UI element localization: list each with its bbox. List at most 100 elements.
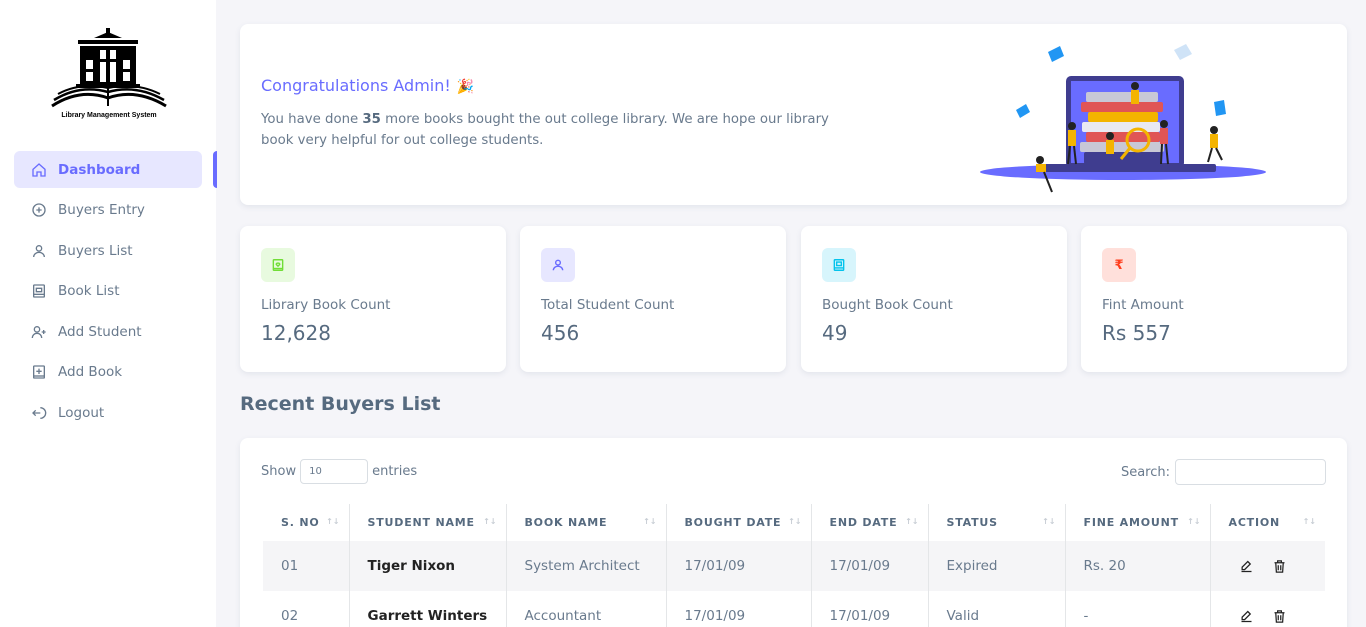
- sort-icon: ↑↓: [326, 517, 340, 526]
- cell-bought-date: 17/01/09: [666, 591, 812, 627]
- sidebar-item-label: Add Student: [58, 323, 142, 340]
- column-header-action[interactable]: ACTION ↑↓: [1210, 504, 1325, 541]
- sidebar-item-label: Book List: [58, 283, 120, 299]
- cell-book-name: Accountant: [506, 591, 667, 627]
- cell-end-date: 17/01/09: [811, 591, 929, 627]
- column-header-label: STUDENT NAME: [367, 516, 475, 529]
- sort-icon: ↑↓: [483, 517, 497, 526]
- stat-card-fint-amount: ₹ Fint Amount Rs 557: [1081, 226, 1347, 372]
- cell-fine-amount: Rs. 20: [1065, 541, 1211, 591]
- welcome-message: You have done 35 more books bought the o…: [261, 109, 861, 151]
- stat-label: Fint Amount: [1102, 297, 1184, 313]
- table-row: 02 Garrett Winters Accountant 17/01/09 1…: [263, 591, 1325, 627]
- sidebar-item-label: Add Book: [58, 364, 123, 380]
- welcome-count: 35: [362, 112, 381, 127]
- cell-student-name: Tiger Nixon: [349, 541, 507, 591]
- column-header-label: END DATE: [829, 516, 898, 529]
- column-header-sno[interactable]: S. NO ↑↓: [263, 504, 350, 541]
- table-search: Search:: [1121, 459, 1326, 485]
- plus-circle-icon: [30, 201, 48, 219]
- table-header-row: S. NO ↑↓ STUDENT NAME ↑↓ BOOK NAME ↑↓ BOUGH…: [263, 504, 1325, 541]
- cell-action: [1210, 591, 1325, 627]
- logout-icon: [30, 404, 48, 422]
- buyers-table: S. NO ↑↓ STUDENT NAME ↑↓ BOOK NAME ↑↓ BOUGH…: [263, 504, 1325, 627]
- sidebar-item-buyers-list[interactable]: Buyers List: [14, 232, 202, 269]
- column-header-book-name[interactable]: BOOK NAME ↑↓: [506, 504, 667, 541]
- buyers-table-card: Show 10 entries Search: S. NO ↑↓ STUDENT …: [240, 438, 1347, 627]
- user-icon: [541, 248, 575, 282]
- stat-value: 456: [541, 321, 580, 345]
- cell-fine-amount: -: [1065, 591, 1211, 627]
- welcome-title-text: Congratulations Admin!: [261, 76, 451, 95]
- cell-student-name: Garrett Winters: [349, 591, 507, 627]
- cell-sno: 02: [263, 591, 350, 627]
- sidebar-item-label: Buyers Entry: [58, 202, 145, 218]
- column-header-status[interactable]: STATUS ↑↓: [928, 504, 1066, 541]
- trash-icon[interactable]: [1272, 559, 1287, 574]
- welcome-text-before: You have done: [261, 112, 363, 127]
- column-header-bought-date[interactable]: BOUGHT DATE ↑↓: [666, 504, 812, 541]
- sidebar-item-dashboard[interactable]: Dashboard: [14, 151, 202, 188]
- column-header-student-name[interactable]: STUDENT NAME ↑↓: [349, 504, 507, 541]
- column-header-label: S. NO: [281, 516, 320, 529]
- cell-status: Valid: [928, 591, 1066, 627]
- cell-end-date: 17/01/09: [811, 541, 929, 591]
- add-box-icon: [30, 363, 48, 381]
- user-icon: [30, 242, 48, 260]
- entries-select[interactable]: 10: [300, 459, 369, 484]
- cell-sno: 01: [263, 541, 350, 591]
- sidebar-item-label: Logout: [58, 404, 105, 421]
- stat-card-bought-book-count: Bought Book Count 49: [801, 226, 1067, 372]
- sidebar-item-buyers-entry[interactable]: Buyers Entry: [14, 192, 202, 229]
- logo-text: Library Management System: [61, 112, 157, 119]
- welcome-card: Congratulations Admin! 🎉 You have done 35…: [240, 24, 1347, 205]
- column-header-label: ACTION: [1228, 516, 1281, 529]
- column-header-end-date[interactable]: END DATE ↑↓: [811, 504, 929, 541]
- logo[interactable]: Library Management System: [50, 26, 168, 124]
- cell-status: Expired: [928, 541, 1066, 591]
- cell-action: [1210, 541, 1325, 591]
- sidebar-item-book-list[interactable]: Book List: [14, 273, 202, 310]
- stat-value: 49: [822, 321, 848, 345]
- sidebar-item-logout[interactable]: Logout: [14, 394, 202, 431]
- party-popper-icon: 🎉: [456, 79, 475, 95]
- search-label: Search:: [1120, 464, 1170, 480]
- entries-length-control: Show 10 entries: [261, 459, 417, 484]
- stat-label: Library Book Count: [261, 297, 391, 313]
- home-icon: [30, 161, 48, 179]
- stat-value: 12,628: [261, 321, 331, 345]
- sidebar: Library Management System Dashboard Buye…: [0, 0, 216, 627]
- welcome-title: Congratulations Admin! 🎉: [261, 76, 474, 95]
- edit-icon[interactable]: [1239, 609, 1254, 624]
- section-title: Recent Buyers List: [240, 393, 441, 415]
- sidebar-menu: Dashboard Buyers Entry Buyers List Book …: [14, 151, 202, 435]
- stat-label: Bought Book Count: [822, 297, 953, 313]
- active-indicator: [213, 151, 217, 188]
- sort-icon: ↑↓: [1187, 517, 1201, 526]
- entries-label: entries: [372, 464, 418, 479]
- stat-card-total-student-count: Total Student Count 456: [520, 226, 786, 372]
- sort-icon: ↑↓: [905, 517, 919, 526]
- book-icon: [30, 282, 48, 300]
- show-label: Show: [261, 464, 297, 479]
- column-header-label: FINE AMOUNT: [1083, 516, 1179, 529]
- trash-icon[interactable]: [1272, 609, 1287, 624]
- sidebar-item-label: Dashboard: [58, 161, 141, 178]
- book-icon: [822, 248, 856, 282]
- stat-label: Total Student Count: [541, 297, 675, 313]
- sort-icon: ↑↓: [1302, 517, 1316, 526]
- library-building-icon: [51, 28, 167, 108]
- sidebar-item-add-student[interactable]: Add Student: [14, 313, 202, 350]
- sort-icon: ↑↓: [788, 517, 802, 526]
- column-header-fine-amount[interactable]: FINE AMOUNT ↑↓: [1065, 504, 1211, 541]
- column-header-label: BOOK NAME: [524, 516, 608, 529]
- column-header-label: BOUGHT DATE: [684, 516, 782, 529]
- cell-bought-date: 17/01/09: [666, 541, 812, 591]
- sort-icon: ↑↓: [643, 517, 657, 526]
- book-heart-icon: [261, 248, 295, 282]
- search-input[interactable]: [1175, 459, 1326, 485]
- library-illustration: [980, 44, 1266, 193]
- sidebar-item-add-book[interactable]: Add Book: [14, 354, 202, 391]
- stat-card-library-book-count: Library Book Count 12,628: [240, 226, 506, 372]
- edit-icon[interactable]: [1239, 559, 1254, 574]
